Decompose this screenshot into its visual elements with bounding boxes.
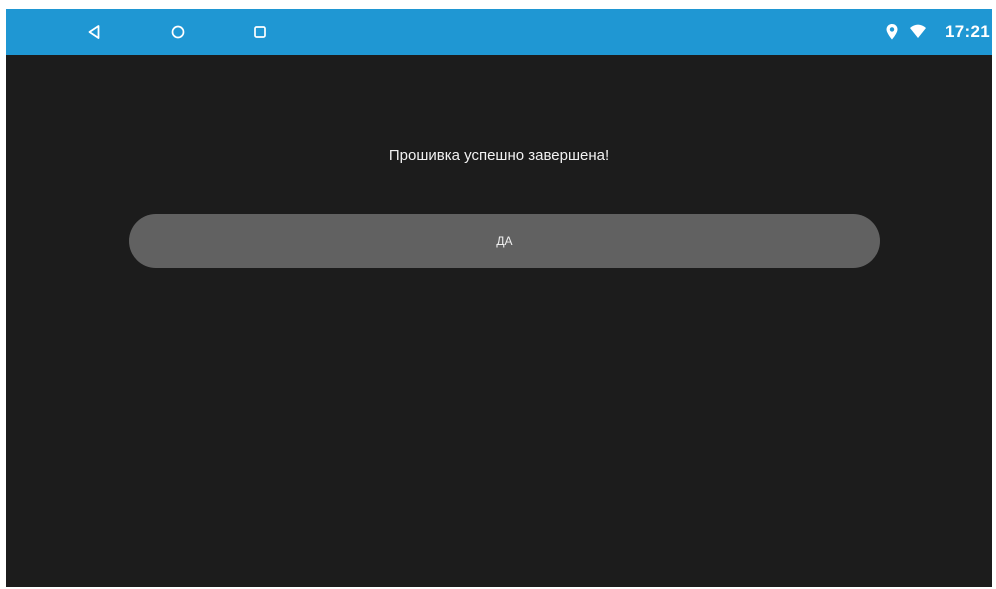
home-button[interactable] — [164, 18, 192, 46]
wifi-icon — [909, 23, 927, 41]
home-icon — [171, 25, 185, 39]
back-icon — [88, 25, 100, 39]
system-bar: 17:21 — [6, 9, 992, 55]
status-area: 17:21 — [883, 9, 992, 55]
recent-apps-button[interactable] — [246, 18, 274, 46]
dialog-message: Прошивка успешно завершена! — [388, 147, 610, 164]
device-screen: 17:21 Прошивка успешно завершена! ДА — [6, 9, 992, 587]
location-pin-icon — [883, 23, 901, 41]
back-button[interactable] — [80, 18, 108, 46]
status-time: 17:21 — [945, 22, 990, 41]
recent-apps-icon — [254, 26, 266, 38]
confirm-button[interactable]: ДА — [129, 214, 880, 268]
